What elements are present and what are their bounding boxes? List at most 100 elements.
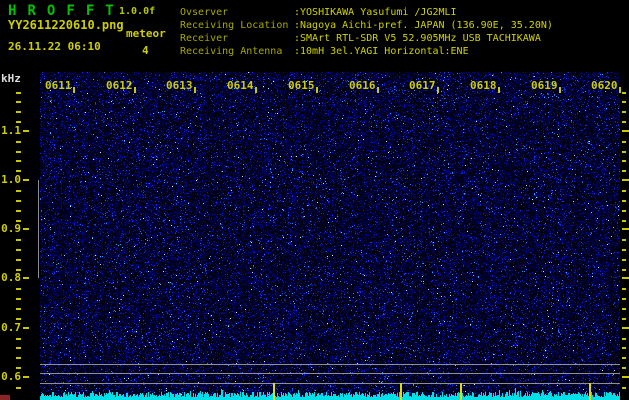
freq-minor-tick-left (16, 387, 21, 389)
meteor-echo-marker (273, 383, 275, 400)
freq-major-tick-right (622, 376, 629, 378)
freq-minor-tick-left (16, 220, 21, 222)
hrofft-window: H R O F F T 1.0.0f YY2611220610.png 26.1… (0, 0, 629, 400)
freq-minor-tick-left (16, 357, 21, 359)
freq-minor-tick-right (622, 347, 626, 349)
time-axis-label: 0620 (591, 79, 618, 92)
time-axis-label: 0614 (227, 79, 254, 92)
meteor-echo-marker (589, 383, 591, 400)
info-row-value: :SMArt RTL-SDR V5 52.905MHz USB TACHIKAW… (294, 33, 541, 44)
freq-minor-tick-left (16, 249, 21, 251)
freq-minor-tick-right (622, 269, 626, 271)
output-filename: YY2611220610.png (8, 18, 124, 32)
time-axis-tick (73, 87, 75, 93)
freq-minor-tick-left (16, 190, 21, 192)
meteor-echo-marker (460, 383, 462, 400)
freq-minor-tick-left (16, 347, 21, 349)
meteor-echo-marker (400, 383, 402, 400)
freq-minor-tick-left (16, 259, 21, 261)
freq-minor-tick-left (16, 121, 21, 123)
freq-minor-tick-right (622, 220, 626, 222)
info-row: Receiving Antenna :10mH 3el.YAGI Horizont… (180, 46, 625, 59)
freq-minor-tick-right (622, 151, 626, 153)
meteor-counter-label: meteor (126, 27, 166, 40)
status-red-marker (0, 395, 10, 400)
time-axis-tick (316, 87, 318, 93)
freq-minor-tick-right (622, 308, 626, 310)
freq-minor-tick-right (622, 249, 626, 251)
freq-minor-tick-left (16, 239, 21, 241)
detection-band-line (40, 373, 620, 374)
info-row-label: Receiver (180, 33, 229, 44)
freq-minor-tick-right (622, 338, 626, 340)
info-row-value: :10mH 3el.YAGI Horizontal:ENE (294, 46, 469, 57)
time-axis-tick (619, 87, 621, 93)
freq-minor-tick-left (16, 367, 21, 369)
time-axis-tick (255, 87, 257, 93)
freq-minor-tick-left (16, 92, 21, 94)
freq-minor-tick-right (622, 298, 626, 300)
freq-minor-tick-right (622, 387, 626, 389)
freq-major-tick-right (622, 327, 629, 329)
time-axis-tick (134, 87, 136, 93)
app-title: H R O F F T (8, 3, 116, 19)
freq-major-tick-right (622, 228, 629, 230)
info-row-label: Receiving Location (180, 20, 289, 31)
time-axis-label: 0613 (166, 79, 193, 92)
detection-band-line (40, 383, 620, 384)
freq-major-tick-right (622, 179, 629, 181)
freq-minor-tick-right (622, 288, 626, 290)
freq-minor-tick-right (622, 111, 626, 113)
freq-axis-label: 1.1 (1, 124, 21, 137)
app-version: 1.0.0f (119, 6, 156, 17)
freq-major-tick-right (622, 277, 629, 279)
freq-minor-tick-left (16, 338, 21, 340)
time-axis-label: 0611 (45, 79, 72, 92)
info-row-value: :Nagoya Aichi-pref. JAPAN (136.90E, 35.2… (294, 20, 553, 31)
info-row: Receiving Location :Nagoya Aichi-pref. JA… (180, 20, 625, 33)
freq-minor-tick-left (16, 170, 21, 172)
info-row-value: :YOSHIKAWA Yasufumi /JG2MLI (294, 7, 457, 18)
time-axis-tick (498, 87, 500, 93)
freq-axis-label: 0.7 (1, 321, 21, 334)
date-time: 26.11.22 06:10 (8, 40, 101, 53)
info-row-label: Receiving Antenna (180, 46, 283, 57)
freq-major-tick-left (23, 228, 29, 230)
freq-major-tick-right (622, 130, 629, 132)
freq-axis-label: 0.9 (1, 222, 21, 235)
freq-minor-tick-left (16, 269, 21, 271)
freq-minor-tick-right (622, 141, 626, 143)
freq-minor-tick-right (622, 367, 626, 369)
freq-major-tick-left (23, 376, 29, 378)
time-axis-label: 0619 (531, 79, 558, 92)
freq-minor-tick-right (622, 259, 626, 261)
time-axis-tick (377, 87, 379, 93)
meteor-counter-value: 4 (142, 44, 149, 57)
time-axis-tick (194, 87, 196, 93)
freq-minor-tick-left (16, 288, 21, 290)
freq-minor-tick-right (622, 190, 626, 192)
left-edge-reference-line (38, 180, 39, 278)
freq-minor-tick-left (16, 200, 21, 202)
freq-minor-tick-right (622, 357, 626, 359)
observer-info-table: Ovserver :YOSHIKAWA Yasufumi /JG2MLI Recei… (180, 7, 625, 59)
info-row: Ovserver :YOSHIKAWA Yasufumi /JG2MLI (180, 7, 625, 20)
freq-major-tick-left (23, 179, 29, 181)
info-row-label: Ovserver (180, 7, 229, 18)
freq-axis-label: 0.8 (1, 271, 21, 284)
freq-minor-tick-left (16, 111, 21, 113)
time-axis-label: 0615 (288, 79, 315, 92)
freq-minor-tick-right (622, 210, 626, 212)
freq-minor-tick-left (16, 298, 21, 300)
time-axis-tick (559, 87, 561, 93)
freq-minor-tick-right (622, 170, 626, 172)
freq-minor-tick-left (16, 141, 21, 143)
freq-axis-label: 1.0 (1, 173, 21, 186)
time-axis-label: 0612 (106, 79, 133, 92)
freq-major-tick-left (23, 130, 29, 132)
freq-minor-tick-left (16, 160, 21, 162)
freq-minor-tick-right (622, 200, 626, 202)
freq-minor-tick-left (16, 210, 21, 212)
spectrogram-noise-canvas (40, 72, 620, 400)
time-axis-label: 0618 (470, 79, 497, 92)
